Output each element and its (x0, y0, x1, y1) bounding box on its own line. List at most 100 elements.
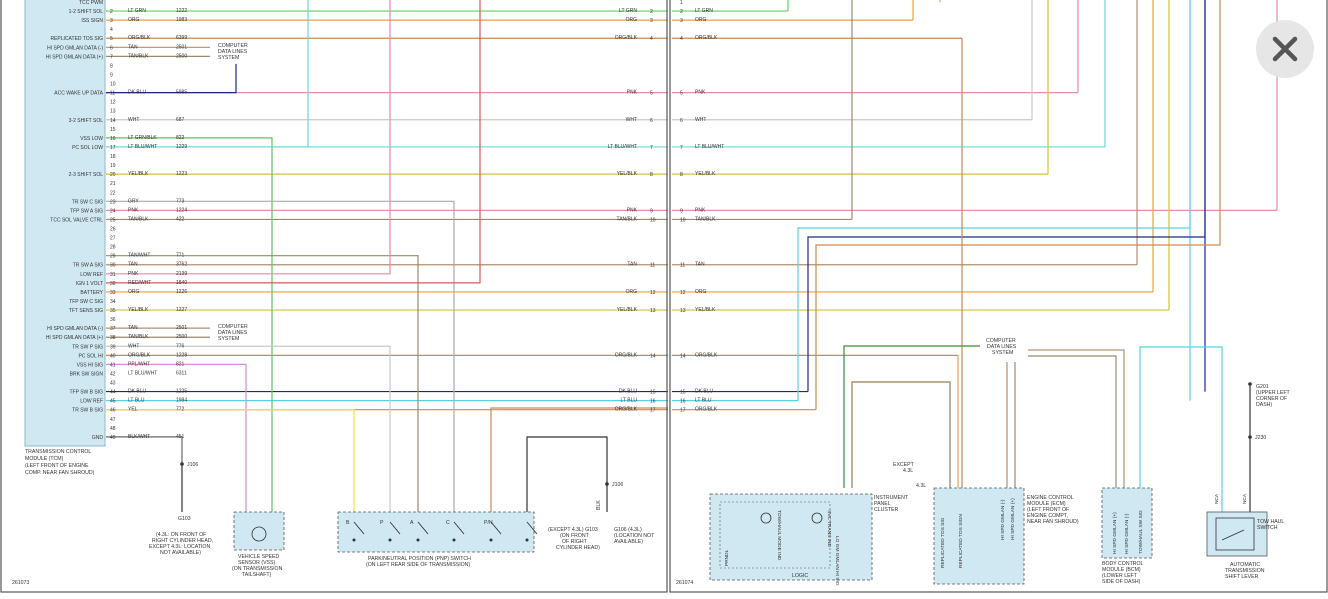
tcm-pin-number: 40 (110, 353, 116, 359)
tcm-pin-number: 38 (110, 335, 116, 341)
tcm-pin-number: 45 (110, 399, 116, 405)
left-page-number: 261073 (12, 580, 29, 586)
tcm-pin-number: 48 (110, 426, 116, 432)
tcm-pin-number: 5 (110, 36, 113, 42)
close-button[interactable] (1256, 20, 1314, 78)
tcm-wire-color: TAN/BLK (128, 216, 149, 222)
right-page-edge-color: ORG/BLK (695, 407, 718, 413)
r-data-lines-3: SYSTEM (992, 350, 1013, 356)
tcm-wire-color: WHT (128, 117, 139, 123)
g103-right-caption-4: CYLINDER HEAD) (556, 545, 600, 551)
left-page-edge-color: YEL/BLK (617, 171, 638, 177)
tcm-pin-number: 20 (110, 172, 116, 178)
bcm-tanblk (1028, 355, 1117, 488)
left-page-edge-color: TAN/BLK (617, 216, 638, 222)
tcm-wire-color: ORG/BLK (128, 35, 151, 41)
right-page-edge-number: 14 (680, 353, 686, 359)
tcm-circuit-number: 821 (176, 361, 185, 367)
tcm-circuit-number: 5985 (176, 90, 187, 96)
tcm-circuit-number: 1226 (176, 289, 187, 295)
tcm-pin-label: TCC PWM (79, 0, 103, 6)
j106-right-splice-dot (605, 482, 609, 486)
tcm-circuit-number: 2501 (176, 325, 187, 331)
tcm-pin-label: HI SPD GMLAN DATA (+) (46, 335, 104, 341)
tcm-pin-number: 9 (110, 72, 113, 78)
left-page-edge-number: 16 (650, 399, 656, 405)
tcm-pin-number: 42 (110, 371, 116, 377)
ipc-brnwht (851, 381, 951, 488)
left-page-edge-number: 8 (650, 172, 653, 178)
tcm-pin-number: 22 (110, 190, 116, 196)
tcm-pin-number: 11 (110, 91, 115, 97)
tcm-pin-number: 8 (110, 63, 113, 69)
left-page-edge-color: PNK (627, 90, 638, 96)
pnp-tanwht (106, 255, 419, 512)
left-page-edge-number: 7 (650, 145, 653, 151)
pnp-contact-dot (452, 538, 456, 542)
tcm-pin-number: 26 (110, 227, 116, 233)
right-page-edge-color: ORG (695, 289, 707, 295)
left-page-edge-number: 15 (650, 390, 656, 396)
tcm-pin-number: 10 (110, 82, 116, 88)
tcm-pin-number: 16 (110, 136, 116, 142)
tcm-pin-label: PC SOL HI (78, 353, 103, 359)
tcm-pin-number: 46 (110, 408, 116, 414)
right-page-edge-color: LT BLU (695, 398, 712, 404)
ipc-caption-3: CLUSTER (874, 507, 898, 513)
ipc-gmlan-label: LO GM GMLAN HI SIG (834, 536, 840, 586)
left-page-edge-color: ORG (626, 289, 638, 295)
pnp-contact-dot (489, 538, 493, 542)
nca-label-1: NCA (1214, 493, 1220, 504)
tcm-pin-number: 29 (110, 254, 116, 260)
right-page-edge-number: 5 (680, 91, 683, 97)
pnp-contact-letter: P/N (484, 520, 493, 526)
auto-shift-caption-3: SHIFT LEVER (1225, 574, 1259, 580)
left-page-edge-number: 5 (650, 91, 653, 97)
tcm-pin-label: TFP SW A SIG (70, 208, 103, 214)
bcm-gmlan-plus-label: HI SPD GMLAN (+) (1112, 512, 1118, 554)
tcm-pin-number: 15 (110, 127, 116, 133)
blk-wire-label: BLK (596, 500, 602, 510)
tcm-circuit-number: 2501 (176, 44, 187, 50)
vss-sensor-box (233, 511, 285, 551)
tcm-pin-label: REPLICATED TOS SIG (50, 36, 103, 42)
tcm-caption-1: TRANSMISSION CONTROL (25, 449, 91, 455)
right-page-edge-color: YEL/BLK (695, 307, 716, 313)
tcm-circuit-number: 1227 (176, 307, 187, 313)
left-page-edge-number: 2 (650, 9, 653, 15)
bcm-to-switch (1139, 346, 1223, 512)
right-page-edge-number: 10 (680, 217, 686, 223)
left-page: TCC PWM1-2 SHIFT SOL 2 LT GRN 1222ISS SIGN 3… (0, 0, 668, 593)
tcm-pin-number: 37 (110, 326, 116, 332)
ecm-rep-tos-sign-label: REPLICATED TOS SIGN (958, 514, 964, 568)
right-page-edge-number: 2 (680, 9, 683, 15)
right-page-edge-number: 1 (680, 0, 683, 6)
tcm-pin-label: TFP SW C SIG (69, 299, 103, 305)
tcm-wire-color: LT GRN (128, 8, 146, 14)
left-page-edge-color: LT BLU (621, 398, 638, 404)
pnp-blk (526, 436, 608, 512)
right-page-edge-number: 7 (680, 145, 683, 151)
right-page-edge-color: LT BLU/WHT (695, 144, 724, 150)
tcm-circuit-number: 772 (176, 407, 185, 413)
right-page-edge-color: YEL/BLK (695, 171, 716, 177)
tcm-wire-color: LT BLU/WHT (128, 144, 157, 150)
tcm-wire-color: ORG/BLK (128, 352, 151, 358)
tcm-wire-color: YEL/BLK (128, 171, 149, 177)
left-page-edge-number: 9 (650, 208, 653, 214)
data-lines-label-3: SYSTEM (218, 55, 239, 61)
tcm-pin-number: 33 (110, 290, 116, 296)
right-edge-labels: 12 LT GRN3 ORG4 ORG/BLK5 PNK6 WHT7 LT BLU/WHT8… (680, 0, 724, 414)
tcm-wire-color: DK BLU (128, 90, 146, 96)
tcm-wire-color: BLK/WHT (128, 434, 150, 440)
tcm-pin-number: 14 (110, 118, 116, 124)
right-page-edge-color: WHT (695, 117, 706, 123)
tcm-circuit-number: 1983 (176, 17, 187, 23)
tcm-wire-color: LT BLU/WHT (128, 370, 157, 376)
ipc-svc-label: SVC TRANS IND (826, 510, 832, 547)
right-page-edge-number: 12 (680, 290, 686, 296)
pnp-contact-dot (352, 538, 356, 542)
left-page-edge-number: 11 (650, 263, 655, 269)
wiring-diagram: TCC PWM 1-2 SHIFT SOL 2 LT GRN 1222 ISS SIGN 3… (0, 0, 1328, 594)
tcm-pin-number: 30 (110, 263, 116, 269)
